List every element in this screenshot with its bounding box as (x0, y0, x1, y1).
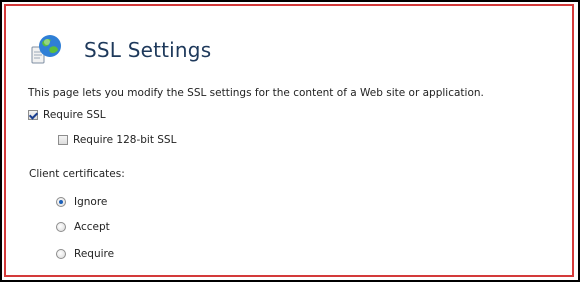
require-ssl-option[interactable]: Require SSL (28, 109, 106, 121)
require-128-label: Require 128-bit SSL (73, 134, 177, 146)
client-cert-ignore-option[interactable]: Ignore (56, 196, 107, 208)
client-certificates-heading: Client certificates: (29, 168, 125, 180)
accept-label: Accept (74, 221, 110, 233)
page-title: SSL Settings (84, 38, 212, 62)
page-description: This page lets you modify the SSL settin… (28, 87, 484, 99)
accept-radio[interactable] (56, 222, 66, 232)
page-header: SSL Settings (30, 30, 211, 70)
client-cert-require-option[interactable]: Require (56, 248, 114, 260)
client-cert-accept-option[interactable]: Accept (56, 221, 110, 233)
require-label: Require (74, 248, 115, 260)
ignore-label: Ignore (74, 196, 108, 208)
require-128-checkbox[interactable] (58, 135, 68, 145)
require-128-option[interactable]: Require 128-bit SSL (58, 134, 176, 146)
globe-document-icon (30, 33, 64, 67)
ignore-radio[interactable] (56, 197, 66, 207)
require-ssl-label: Require SSL (43, 109, 106, 121)
require-radio[interactable] (56, 249, 66, 259)
require-ssl-checkbox[interactable] (28, 110, 38, 120)
